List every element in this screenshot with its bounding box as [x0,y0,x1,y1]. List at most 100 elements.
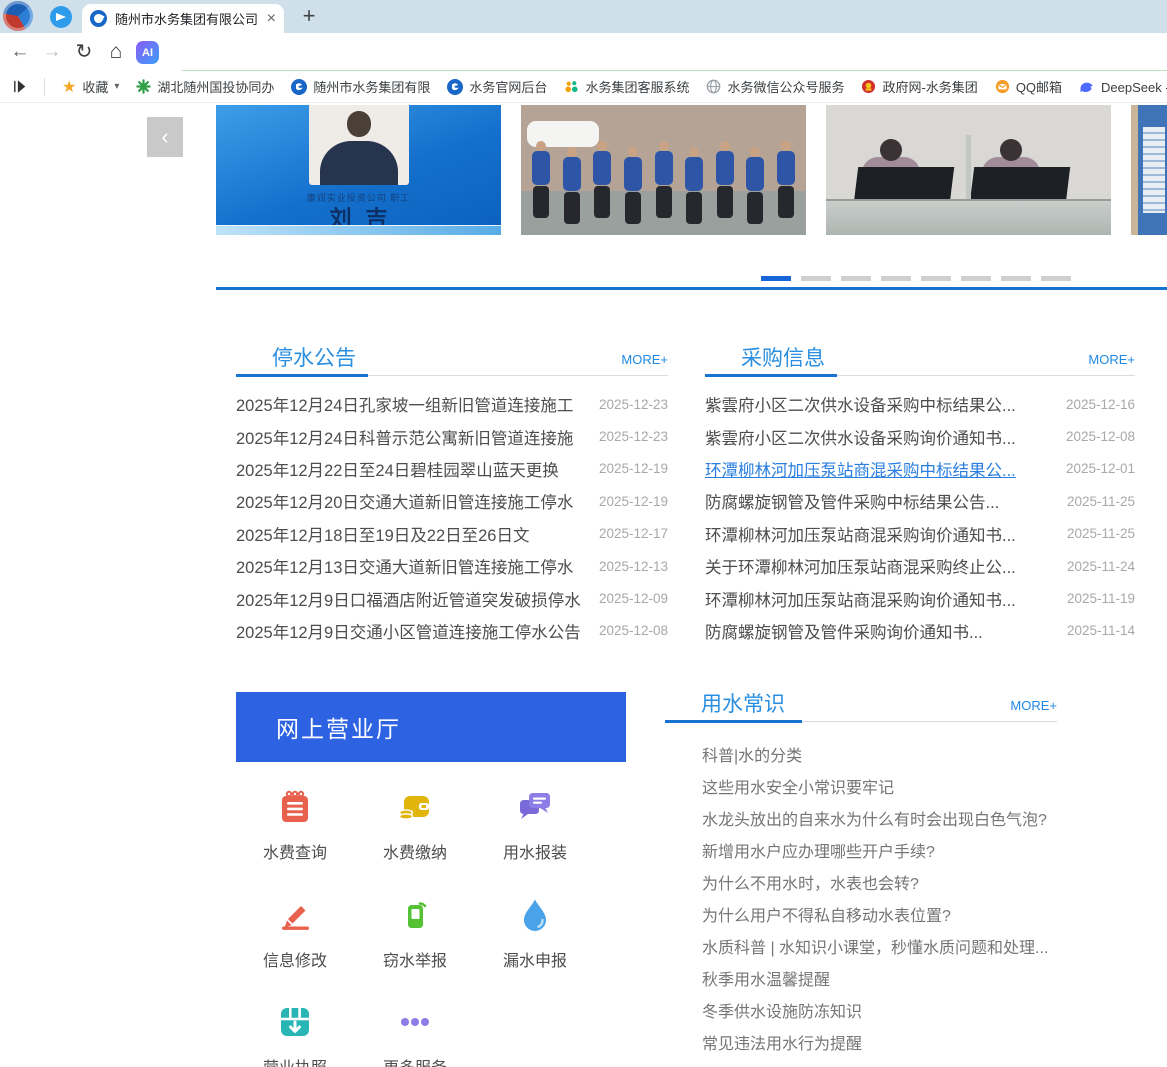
service-item[interactable]: 水费缴纳 [355,788,475,896]
list-item[interactable]: 2025年12月24日孔家坡一组新旧管道连接施工 2025-12-23 [236,388,668,420]
item-date: 2025-12-23 [599,397,668,412]
section-title: 用水常识 [701,688,785,718]
list-item[interactable]: 为什么用户不得私自移动水表位置? [665,898,1057,930]
service-item[interactable]: 漏水申报 [475,896,595,1004]
service-item[interactable]: 营业执照 [235,1003,355,1067]
close-icon[interactable]: × [267,10,276,28]
services-grid: 水费查询 水费缴纳 用水报装 信息修改 [235,788,597,1067]
more-link[interactable]: MORE+ [621,352,668,367]
desk-partition [826,199,1111,235]
list-item[interactable]: 2025年12月22日至24日碧桂园翠山蓝天更换2025-12-19 [236,453,668,485]
online-hall-banner: 网上营业厅 [236,692,626,762]
carousel-dot[interactable] [961,276,991,281]
list-item[interactable]: 冬季供水设施防冻知识 [665,994,1057,1026]
home-icon[interactable]: ⌂ [104,40,128,64]
service-item[interactable]: 更多服务 [355,1003,475,1067]
list-item[interactable]: 常见违法用水行为提醒 [665,1026,1057,1058]
carousel-dot[interactable] [801,276,831,281]
service-item[interactable]: 水费查询 [235,788,355,896]
more-link[interactable]: MORE+ [1010,698,1057,713]
reload-icon[interactable]: ↻ [72,40,96,64]
list-item[interactable]: 2025年12月9日口福酒店附近管道突发破损停水2025-12-09 [236,582,668,614]
banner-title: 网上营业厅 [276,710,401,744]
carousel-slide-group-photo[interactable] [521,105,806,235]
new-tab-button[interactable]: + [296,3,322,29]
list-item[interactable]: 这些用水安全小常识要牢记 [665,770,1057,802]
list-item[interactable]: 科普|水的分类 [665,738,1057,770]
list-item[interactable]: 水质科普 | 水知识小课堂，秒懂水质问题和处理... [665,930,1057,962]
site-favicon [90,10,107,27]
bookmark-item[interactable]: QQ邮箱 [995,77,1062,96]
list-item[interactable]: 水龙头放出的自来水为什么有时会出现白色气泡? [665,802,1057,834]
service-item[interactable]: 信息修改 [235,896,355,1004]
item-date: 2025-12-16 [1066,397,1135,412]
bookmark-item[interactable]: 水务官网后台 [447,77,547,96]
notice-list: 2025年12月24日孔家坡一组新旧管道连接施工 2025-12-23 2025年… [236,388,668,647]
item-title: 关于环潭柳林河加压泵站商混采购终止公... [705,554,1016,578]
list-item[interactable]: 为什么不用水时，水表也会转? [665,866,1057,898]
service-item[interactable]: 用水报装 [475,788,595,896]
carousel-dot[interactable] [881,276,911,281]
carousel-slide-office[interactable] [826,105,1111,235]
desk-divider [966,135,971,205]
carousel-dot[interactable] [761,276,791,281]
service-item[interactable]: 窃水举报 [355,896,475,1004]
bookmark-item[interactable]: 水务微信公众号服务 [706,77,844,96]
list-item[interactable]: 2025年12月20日交通大道新旧管连接施工停水2025-12-19 [236,485,668,517]
carousel-dot[interactable] [841,276,871,281]
list-item[interactable]: 紫雲府小区二次供水设备采购中标结果公...2025-12-16 [705,388,1135,420]
ai-assistant-button[interactable]: AI [136,41,159,64]
list-item[interactable]: 紫雲府小区二次供水设备采购询价通知书...2025-12-08 [705,420,1135,452]
bookmark-item[interactable]: DeepSeek - 探索未 [1079,77,1167,96]
item-title: 环潭柳林河加压泵站商混采购中标结果公... [705,457,1016,481]
app-logo-icon [3,1,33,31]
bookmark-item[interactable]: 随州市水务集团有限 [291,77,430,96]
carousel-dot[interactable] [921,276,951,281]
water-drop-icon [516,896,554,934]
list-item[interactable]: 2025年12月13日交通大道新旧管连接施工停水2025-12-13 [236,550,668,582]
list-item[interactable]: 新增用水户应办理哪些开户手续? [665,834,1057,866]
section-header: 采购信息 MORE+ [705,338,1135,376]
bookmarks-bar: ★ 收藏 ▾ 湖北随州国投协同办 随州市水务集团有限 水务官网后台 水务集团客服… [0,71,1167,103]
bookmark-item[interactable]: 湖北随州国投协同办 [136,77,274,96]
item-title: 环潭柳林河加压泵站商混采购询价通知书... [705,522,1016,546]
list-item[interactable]: 防腐螺旋钢管及管件采购中标结果公告...2025-11-25 [705,485,1135,517]
browser-toolbar: ← → ↻ ⌂ AI ✕ szcswater.com [0,33,1167,71]
license-grid-icon [276,1003,314,1041]
bookmark-item[interactable]: 政府网-水务集团 [861,77,977,96]
paper-plane-icon[interactable] [50,6,72,28]
bookmark-item[interactable]: 水务集团客服系统 [564,77,689,96]
carousel-dot[interactable] [1041,276,1071,281]
carousel-slide-poster[interactable] [1131,105,1167,235]
green-burst-icon [136,79,151,94]
carousel-dot[interactable] [1001,276,1031,281]
item-title: 2025年12月9日口福酒店附近管道突发破损停水 [236,587,581,611]
section-title: 停水公告 [272,342,356,372]
service-label: 漏水申报 [503,947,567,971]
list-item[interactable]: 2025年12月24日科普示范公寓新旧管道连接施2025-12-23 [236,420,668,452]
star-icon: ★ [62,77,76,97]
list-item-highlighted[interactable]: 环潭柳林河加压泵站商混采购中标结果公...2025-12-01 [705,453,1135,485]
item-title: 2025年12月24日孔家坡一组新旧管道连接施工 [236,392,573,416]
item-date: 2025-11-24 [1067,559,1135,574]
list-item[interactable]: 关于环潭柳林河加压泵站商混采购终止公... 2025-11-24 [705,550,1135,582]
favorites-menu[interactable]: ★ 收藏 ▾ [62,77,119,97]
carousel-prev-button[interactable]: ‹ [147,117,183,157]
list-item[interactable]: 环潭柳林河加压泵站商混采购询价通知书...2025-11-25 [705,518,1135,550]
divider [44,78,45,96]
group-figures [531,141,796,227]
back-icon[interactable]: ← [8,40,32,64]
list-item[interactable]: 防腐螺旋钢管及管件采购询价通知书...2025-11-14 [705,615,1135,647]
carousel-slide-employee-card[interactable]: 康润实业投资公司 职工 刘吉 [216,105,501,235]
browser-tab[interactable]: 随州市水务集团有限公司 × [82,4,284,33]
service-label: 信息修改 [263,947,327,971]
sidebar-toggle-icon[interactable] [12,79,27,94]
forward-icon[interactable]: → [40,40,64,64]
list-item[interactable]: 环潭柳林河加压泵站商混采购询价通知书...2025-11-19 [705,582,1135,614]
title-underline [665,720,802,723]
list-item[interactable]: 秋季用水温馨提醒 [665,962,1057,994]
item-date: 2025-11-25 [1067,494,1135,509]
list-item[interactable]: 2025年12月18日至19日及22日至26日文2025-12-17 [236,518,668,550]
list-item[interactable]: 2025年12月9日交通小区管道连接施工停水公告2025-12-08 [236,615,668,647]
more-link[interactable]: MORE+ [1088,352,1135,367]
